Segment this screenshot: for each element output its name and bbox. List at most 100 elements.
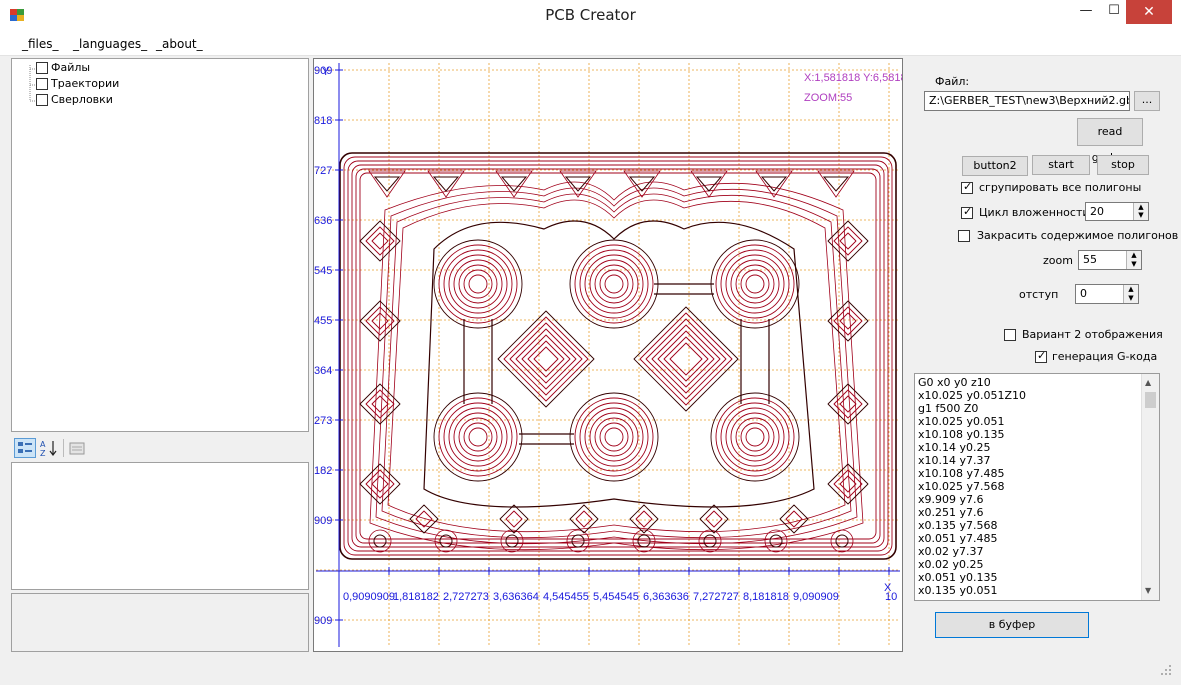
offset-spinner[interactable]: ▲ ▼: [1123, 285, 1138, 303]
property-description-panel: [11, 593, 309, 652]
tree-checkbox-files[interactable]: [36, 62, 48, 74]
edge-pad-shape: [628, 176, 656, 192]
scroll-thumb[interactable]: [1145, 392, 1156, 408]
edge-via: [505, 534, 519, 548]
zoom-label: zoom: [1043, 254, 1073, 267]
x-axis-label: X: [884, 582, 892, 594]
blob-contour: [371, 475, 389, 493]
menu-about[interactable]: _about_: [156, 36, 203, 52]
window-title: PCB Creator: [545, 6, 636, 24]
edge-pad-shape: [500, 176, 528, 192]
pad-contour: [745, 274, 765, 294]
start-button[interactable]: start: [1032, 155, 1090, 175]
blob-contour: [657, 330, 715, 388]
pad-contour: [710, 392, 800, 482]
blob-contour: [839, 312, 857, 330]
menu-languages[interactable]: _languages_: [73, 36, 147, 52]
zoom-spinner[interactable]: ▲ ▼: [1126, 251, 1141, 269]
blob-contour: [839, 475, 857, 493]
gcode-textbox[interactable]: G0 x0 y0 z10 x10.025 y0.051Z10 g1 f500 Z0 x…: [914, 373, 1160, 601]
pad-contour: [448, 254, 508, 314]
pad-contour: [438, 244, 518, 324]
pad-contour: [740, 422, 770, 452]
scroll-down-icon[interactable]: ▼: [1145, 586, 1151, 595]
edge-via: [769, 534, 783, 548]
pad-contour: [589, 259, 639, 309]
edge-via-offset: [434, 529, 458, 553]
blob-contour: [509, 322, 583, 396]
x-tick-label: 7,272727: [693, 591, 739, 603]
tree-item-trajectories[interactable]: Траектории: [51, 76, 119, 92]
tree-item-drillings[interactable]: Сверловки: [51, 92, 113, 108]
file-path-input[interactable]: Z:\GERBER_TEST\new3\Верхний2.gbr: [924, 91, 1130, 111]
variant2-checkbox[interactable]: [1004, 329, 1016, 341]
blob-contour: [633, 306, 739, 412]
alphabetical-view-button[interactable]: AZ: [39, 438, 59, 458]
copy-to-buffer-button[interactable]: в буфер: [935, 612, 1089, 638]
gcode-line: x10.14 y0.25: [918, 441, 991, 454]
group-polygons-checkbox[interactable]: [961, 180, 973, 194]
pcb-canvas-frame: 909 818 727 636 545 455 364 273 182 909 909 0,90909…: [313, 58, 907, 652]
y-tick-label: 727: [314, 165, 332, 177]
blob-contour: [499, 504, 529, 534]
x-tick-label: 6,363636: [643, 591, 689, 603]
stop-button[interactable]: stop: [1097, 155, 1149, 175]
blob-contour: [521, 334, 571, 384]
gcode-gen-label: генерация G-кода: [1052, 350, 1158, 363]
nesting-value: 20: [1090, 205, 1104, 218]
resize-grip[interactable]: [1160, 664, 1172, 676]
gcode-scrollbar[interactable]: ▲ ▼: [1141, 374, 1159, 600]
nesting-cycle-checkbox[interactable]: [961, 205, 973, 219]
resize-grip-icon: [1161, 665, 1171, 675]
browse-button[interactable]: ...: [1134, 91, 1160, 111]
gcode-gen-checkbox[interactable]: [1035, 349, 1047, 363]
blob-contour: [699, 504, 729, 534]
tree-checkbox-drillings[interactable]: [36, 94, 48, 106]
tree-item-files[interactable]: Файлы: [51, 60, 90, 76]
x-tick-label: 5,454545: [593, 591, 639, 603]
pad-contour: [574, 397, 654, 477]
gcode-line: x10.108 y7.485: [918, 467, 1005, 480]
edge-via-offset: [368, 529, 392, 553]
pad-contour: [604, 427, 624, 447]
edge-via: [373, 534, 387, 548]
pad-contour: [725, 407, 785, 467]
minimize-button[interactable]: —: [1072, 0, 1100, 24]
read-gerber-button[interactable]: read gerber: [1077, 118, 1143, 164]
nesting-cycle-input[interactable]: 20 ▲ ▼: [1085, 202, 1149, 221]
file-tree[interactable]: [11, 58, 309, 432]
blob-contour: [371, 232, 389, 250]
pad-contour: [463, 422, 493, 452]
y-tick-label: 909: [314, 615, 332, 627]
menu-files[interactable]: _files_: [22, 36, 59, 52]
pcb-canvas[interactable]: 9098187276365454553642731829099090,90909…: [314, 59, 907, 651]
offset-input[interactable]: 0 ▲ ▼: [1075, 284, 1139, 304]
blob-contour: [505, 510, 523, 528]
edge-via: [703, 534, 717, 548]
gcode-line: x10.025 y0.051Z10: [918, 389, 1027, 402]
scroll-up-icon[interactable]: ▲: [1145, 378, 1151, 387]
fill-polygons-checkbox[interactable]: [958, 230, 970, 242]
close-button[interactable]: ✕: [1126, 0, 1172, 24]
y-tick-label: 273: [314, 415, 332, 427]
x-tick-label: 9,090909: [793, 591, 839, 603]
nesting-spinner[interactable]: ▲ ▼: [1133, 203, 1148, 220]
property-pages-button[interactable]: [68, 439, 86, 457]
property-grid[interactable]: [11, 462, 309, 590]
button2[interactable]: button2: [962, 156, 1028, 176]
pad-contour: [569, 239, 659, 329]
gcode-line: x0.051 y0.135: [918, 571, 998, 584]
blob-contour: [415, 510, 433, 528]
blob-contour: [533, 346, 559, 372]
zoom-input[interactable]: 55 ▲ ▼: [1078, 250, 1142, 270]
gcode-line: x0.135 y7.568: [918, 519, 998, 532]
maximize-button[interactable]: ☐: [1100, 0, 1128, 24]
pad-contour: [433, 239, 523, 329]
file-label: Файл:: [935, 75, 970, 88]
edge-pad-offset: [559, 170, 597, 198]
trace-offset-path: [381, 193, 852, 539]
edge-pad-shape: [822, 176, 850, 192]
y-tick-label: 909: [314, 515, 332, 527]
categorized-view-button[interactable]: [14, 438, 36, 458]
tree-checkbox-trajectories[interactable]: [36, 78, 48, 90]
